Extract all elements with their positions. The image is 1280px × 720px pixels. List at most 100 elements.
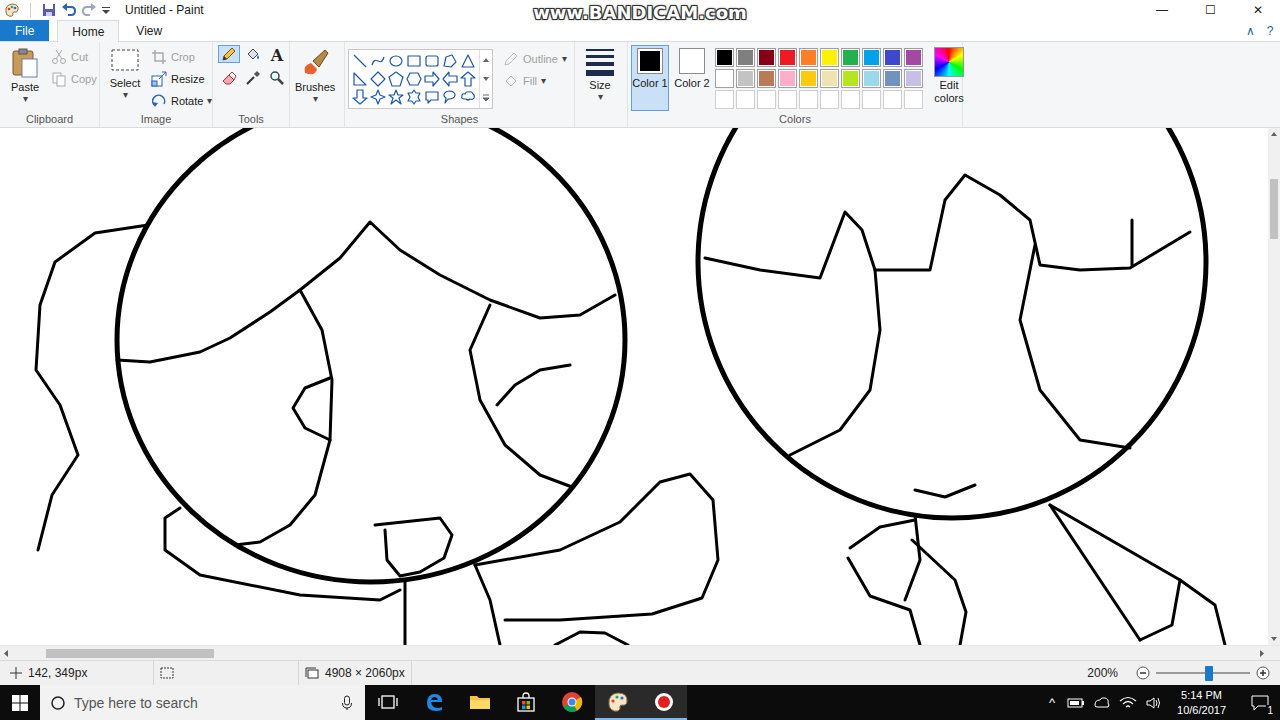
ribbon-control[interactable]: ∧	[1240, 20, 1260, 41]
close-button[interactable]: ✕	[1236, 0, 1280, 20]
palette-swatch[interactable]	[736, 48, 755, 67]
shape-icon[interactable]	[387, 52, 405, 70]
scroll-thumb[interactable]	[46, 649, 214, 658]
palette-swatch[interactable]	[883, 48, 902, 67]
store-taskbar-button[interactable]	[503, 685, 549, 720]
horizontal-scrollbar[interactable]	[0, 645, 1280, 660]
palette-swatch[interactable]	[757, 48, 776, 67]
palette-swatch[interactable]	[778, 48, 797, 67]
select-button[interactable]: Select▾	[103, 45, 147, 102]
custom-swatch[interactable]	[736, 90, 755, 109]
speaker-icon[interactable]	[1145, 696, 1163, 710]
paint-app-icon[interactable]	[4, 2, 20, 18]
shape-icon[interactable]	[405, 70, 423, 88]
scroll-down-icon[interactable]	[481, 74, 491, 84]
palette-swatch[interactable]	[820, 69, 839, 88]
copy-button[interactable]: Copy	[51, 69, 97, 89]
shape-icon[interactable]	[387, 70, 405, 88]
pencil-tool[interactable]	[218, 45, 240, 63]
palette-swatch[interactable]	[841, 69, 860, 88]
picker-tool[interactable]	[242, 69, 264, 87]
custom-swatch[interactable]	[715, 90, 734, 109]
battery-icon[interactable]	[1067, 696, 1085, 710]
start-button[interactable]	[0, 685, 40, 720]
action-center-button[interactable]: 1	[1240, 685, 1280, 720]
custom-swatch[interactable]	[757, 90, 776, 109]
palette-swatch[interactable]	[862, 48, 881, 67]
fill-button[interactable]: Fill▾	[503, 71, 567, 91]
maximize-button[interactable]: ☐	[1188, 0, 1232, 20]
custom-swatch[interactable]	[841, 90, 860, 109]
shape-icon[interactable]	[405, 88, 423, 106]
task-view-taskbar-button[interactable]	[365, 685, 411, 720]
save-icon[interactable]	[41, 2, 57, 18]
outline-button[interactable]: Outline▾	[503, 49, 567, 69]
shape-icon[interactable]	[369, 70, 387, 88]
zoom-out-icon[interactable]	[1136, 666, 1150, 680]
palette-swatch[interactable]	[904, 48, 923, 67]
rotate-button[interactable]: Rotate▾	[151, 91, 212, 111]
scroll-left-icon[interactable]	[0, 646, 12, 661]
cut-button[interactable]: Cut	[51, 47, 97, 67]
fill-tool[interactable]	[242, 45, 264, 63]
edge-taskbar-button[interactable]	[411, 685, 457, 720]
paste-button[interactable]: Paste▾	[3, 45, 47, 106]
customize-icon[interactable]	[101, 2, 111, 18]
palette-swatch[interactable]	[799, 48, 818, 67]
shape-icon[interactable]	[351, 70, 369, 88]
canvas[interactable]	[0, 128, 1268, 645]
palette-swatch[interactable]	[883, 69, 902, 88]
bandicam-taskbar-button[interactable]	[641, 685, 687, 720]
edit-colors-button[interactable]: Edit colors	[927, 45, 971, 106]
ribbon-tab[interactable]: Home	[57, 20, 119, 42]
size-button[interactable]: Size▾	[578, 45, 622, 104]
paint-taskbar-button[interactable]	[595, 685, 641, 720]
color-slot[interactable]: Color 2	[673, 45, 711, 111]
palette-swatch[interactable]	[799, 69, 818, 88]
show-hidden-icons[interactable]: ^	[1045, 695, 1059, 710]
shape-icon[interactable]	[423, 52, 441, 70]
redo-icon[interactable]	[81, 2, 97, 18]
palette-swatch[interactable]	[904, 69, 923, 88]
ribbon-tab[interactable]: View	[121, 20, 177, 41]
microphone-icon[interactable]	[341, 695, 353, 711]
palette-swatch[interactable]	[862, 69, 881, 88]
clock[interactable]: 5:14 PM10/6/2017	[1171, 688, 1232, 717]
shape-icon[interactable]	[405, 52, 423, 70]
slider-thumb[interactable]	[1205, 666, 1213, 681]
palette-swatch[interactable]	[778, 69, 797, 88]
shape-icon[interactable]	[441, 70, 459, 88]
palette-swatch[interactable]	[715, 48, 734, 67]
undo-icon[interactable]	[61, 2, 77, 18]
shape-icon[interactable]	[459, 88, 477, 106]
custom-swatch[interactable]	[778, 90, 797, 109]
resize-button[interactable]: Resize	[151, 69, 212, 89]
scroll-down-icon[interactable]	[1268, 633, 1280, 645]
shape-icon[interactable]	[441, 88, 459, 106]
zoom-slider[interactable]	[1156, 665, 1250, 681]
zoom-in-icon[interactable]	[1256, 666, 1270, 680]
expand-icon[interactable]	[481, 93, 491, 103]
palette-swatch[interactable]	[841, 48, 860, 67]
custom-swatch[interactable]	[799, 90, 818, 109]
shape-icon[interactable]	[423, 88, 441, 106]
color-slot[interactable]: Color 1	[631, 45, 669, 111]
custom-swatch[interactable]	[862, 90, 881, 109]
shape-icon[interactable]	[459, 70, 477, 88]
vertical-scrollbar[interactable]	[1268, 128, 1280, 645]
brushes-button[interactable]: Brushes▾	[293, 45, 337, 106]
custom-swatch[interactable]	[904, 90, 923, 109]
search-box[interactable]: Type here to search	[40, 685, 365, 720]
scroll-thumb[interactable]	[1270, 179, 1278, 239]
palette-swatch[interactable]	[715, 69, 734, 88]
ribbon-tab[interactable]: File	[0, 20, 49, 41]
shape-icon[interactable]	[423, 70, 441, 88]
shape-icon[interactable]	[369, 52, 387, 70]
explorer-taskbar-button[interactable]	[457, 685, 503, 720]
custom-swatch[interactable]	[883, 90, 902, 109]
shape-icon[interactable]	[351, 88, 369, 106]
scroll-right-icon[interactable]	[1256, 646, 1268, 661]
palette-swatch[interactable]	[757, 69, 776, 88]
scroll-up-icon[interactable]	[1268, 128, 1280, 140]
eraser-tool[interactable]	[218, 69, 240, 87]
